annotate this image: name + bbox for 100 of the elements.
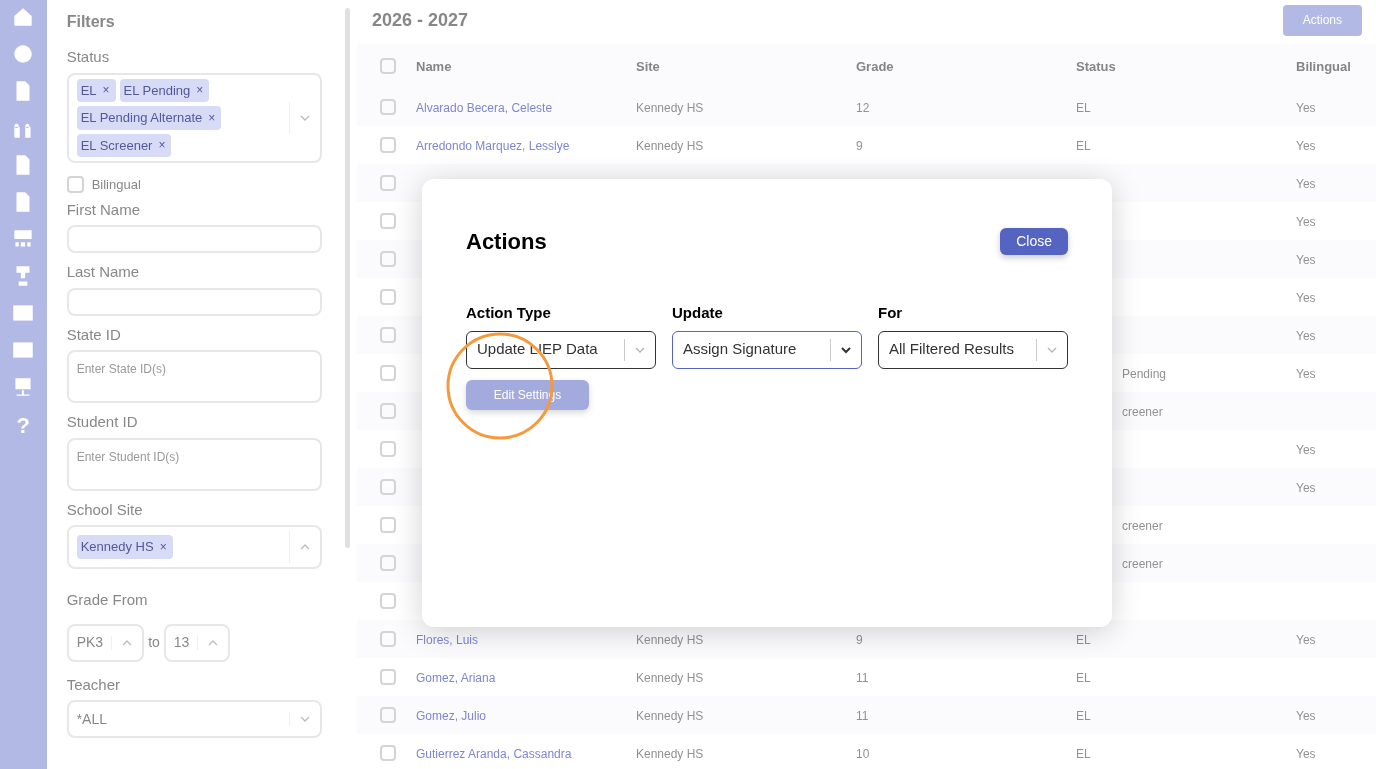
table-cell: Kennedy HS xyxy=(636,633,704,647)
table-cell: Yes xyxy=(1296,177,1316,191)
multi-select[interactable]: EL × EL Pending × EL Pending Alternate × EL Screener × xyxy=(66,72,323,163)
text-area[interactable]: Enter State ID(s) xyxy=(66,350,323,403)
checkbox[interactable] xyxy=(380,175,396,191)
table-cell: 12 xyxy=(856,101,870,115)
checkbox[interactable] xyxy=(380,403,396,419)
checkbox[interactable] xyxy=(380,707,396,723)
checkbox[interactable] xyxy=(380,289,396,305)
range-joiner: to xyxy=(148,633,160,652)
chip-label: EL xyxy=(80,81,97,100)
table-cell: creener xyxy=(1122,557,1163,571)
checkbox[interactable] xyxy=(380,669,396,685)
table-cell: creener xyxy=(1122,519,1163,533)
select-label: Update xyxy=(672,303,724,323)
chip-label: EL Screener xyxy=(80,136,153,155)
chip-label: Kennedy HS xyxy=(80,538,154,557)
field-label: Grade From xyxy=(66,590,149,610)
column-header: Grade xyxy=(856,59,894,74)
chip-label: EL Pending xyxy=(123,81,191,100)
table-cell: Yes xyxy=(1296,139,1316,153)
table-cell: Yes xyxy=(1296,709,1316,723)
table-cell: Kennedy HS xyxy=(636,139,704,153)
dropdown[interactable]: All Filtered Results xyxy=(878,330,1068,369)
field-label: Status xyxy=(66,47,111,67)
student-link[interactable]: Alvarado Becera, Celeste xyxy=(416,101,553,115)
table-cell: Pending xyxy=(1122,367,1167,381)
table-cell: Yes xyxy=(1296,367,1316,381)
page-title: 2026 - 2027 xyxy=(372,8,469,32)
table-cell: Yes xyxy=(1296,481,1316,495)
grade-select[interactable]: 13 xyxy=(163,623,231,662)
checkbox[interactable] xyxy=(380,555,396,571)
column-header: Bilingual xyxy=(1296,59,1351,74)
student-link[interactable]: Flores, Luis xyxy=(416,633,479,647)
text-field[interactable] xyxy=(66,225,323,253)
panel-title: Filters xyxy=(66,12,116,32)
close-button[interactable]: Close xyxy=(1000,228,1068,255)
checkbox[interactable] xyxy=(66,176,84,194)
field-label: Last Name xyxy=(66,262,141,282)
field-label: State ID xyxy=(66,324,122,345)
checkbox[interactable] xyxy=(380,593,396,609)
table-cell: Yes xyxy=(1296,215,1316,229)
table-cell: Yes xyxy=(1296,329,1316,343)
column-header: Name xyxy=(416,59,452,74)
actions-button[interactable]: Actions xyxy=(1282,4,1362,36)
checkbox[interactable] xyxy=(380,137,396,153)
remove-icon[interactable]: × xyxy=(156,136,168,155)
checkbox[interactable] xyxy=(380,441,396,457)
checkbox-label: Bilingual xyxy=(91,176,141,194)
field-label: School Site xyxy=(66,499,144,520)
table-cell: 11 xyxy=(856,671,869,685)
table-cell: EL xyxy=(1076,139,1091,153)
table-cell: EL xyxy=(1076,101,1091,115)
dropdown[interactable]: Assign Signature xyxy=(672,330,862,369)
field-label: First Name xyxy=(66,199,141,220)
table-cell: Kennedy HS xyxy=(636,671,704,685)
checkbox[interactable] xyxy=(380,745,396,761)
student-link[interactable]: Gomez, Julio xyxy=(416,709,487,723)
text-field[interactable] xyxy=(66,287,323,316)
checkbox[interactable] xyxy=(380,479,396,495)
select-label: Action Type xyxy=(466,303,552,323)
remove-icon[interactable]: × xyxy=(206,108,218,127)
student-link[interactable]: Gomez, Ariana xyxy=(416,671,496,685)
text-area[interactable]: Enter Student ID(s) xyxy=(66,437,323,491)
checkbox[interactable] xyxy=(380,327,396,343)
help-icon[interactable]: ? xyxy=(16,415,31,437)
field-label: Student ID xyxy=(66,412,139,432)
table-cell: Yes xyxy=(1296,253,1316,267)
table-cell: 10 xyxy=(856,747,870,761)
table-cell: EL xyxy=(1076,671,1091,685)
checkbox[interactable] xyxy=(380,517,396,533)
student-link[interactable]: Arredondo Marquez, Lesslye xyxy=(416,139,570,153)
remove-icon[interactable]: × xyxy=(157,538,169,556)
checkbox[interactable] xyxy=(380,631,396,647)
table-cell: creener xyxy=(1122,405,1163,419)
teacher-select[interactable]: *ALL xyxy=(66,700,323,738)
table-cell: Yes xyxy=(1296,291,1316,305)
student-link[interactable]: Gutierrez Aranda, Cassandra xyxy=(416,747,572,761)
column-header: Status xyxy=(1076,59,1116,74)
table-cell: Yes xyxy=(1296,101,1316,115)
table-cell: Yes xyxy=(1296,443,1316,457)
table-cell: 11 xyxy=(856,709,869,723)
table-cell: Kennedy HS xyxy=(636,101,704,115)
table-cell: Yes xyxy=(1296,633,1316,647)
dialog-title: Actions xyxy=(466,228,547,256)
remove-icon[interactable]: × xyxy=(194,81,206,100)
checkbox[interactable] xyxy=(380,251,396,267)
select-label: For xyxy=(878,303,904,323)
grade-select[interactable]: PK3 xyxy=(66,623,145,662)
table-cell: EL xyxy=(1076,747,1091,761)
column-header: Site xyxy=(636,59,660,74)
checkbox[interactable] xyxy=(380,213,396,229)
chip-label: EL Pending Alternate xyxy=(80,109,203,127)
checkbox[interactable] xyxy=(380,99,396,115)
field-label: Teacher xyxy=(66,674,122,695)
multi-select[interactable]: Kennedy HS × xyxy=(66,525,323,569)
remove-icon[interactable]: × xyxy=(100,81,112,100)
checkbox[interactable] xyxy=(380,365,396,381)
table-cell: EL xyxy=(1076,633,1091,647)
checkbox[interactable] xyxy=(380,58,396,74)
